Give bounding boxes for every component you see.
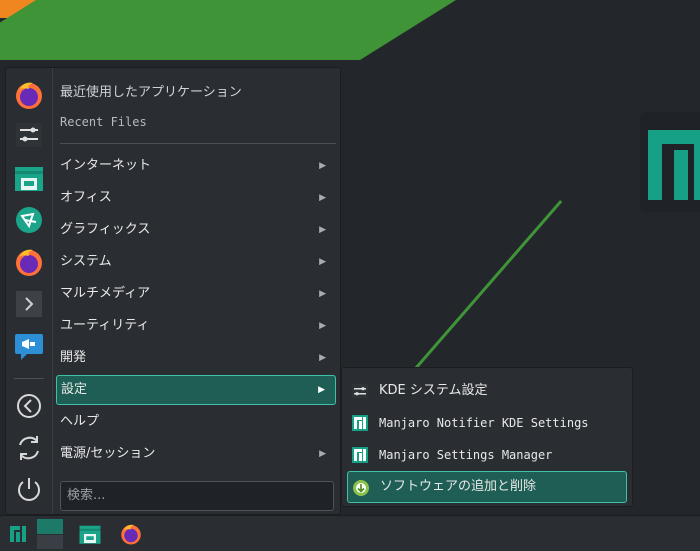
category-label: ユーティリティ [60, 318, 150, 333]
category-system[interactable]: システム ▶ [56, 247, 336, 277]
shutdown-icon [18, 478, 40, 501]
shutdown-button[interactable] [11, 471, 47, 507]
submenu-arrow-icon: ▶ [318, 385, 325, 395]
submenu-arrow-icon: ▶ [319, 321, 326, 331]
menu-main-panel: 最近使用したアプリケーション Recent Files インターネット ▶ オフ… [56, 68, 340, 514]
favorite-file-manager[interactable] [11, 160, 47, 196]
category-label: マルチメディア [60, 286, 151, 301]
submenu-item-label: Manjaro Notifier KDE Settings [379, 416, 589, 430]
kde-connect-icon [16, 207, 42, 233]
pager-icon [37, 519, 63, 549]
firefox-icon [16, 249, 42, 276]
category-label: グラフィックス [60, 222, 151, 237]
system-settings-icon [352, 384, 368, 398]
category-utilities[interactable]: ユーティリティ ▶ [56, 311, 336, 341]
logout-icon [17, 394, 41, 418]
firefox-icon [16, 82, 42, 109]
submenu-arrow-icon: ▶ [319, 193, 326, 203]
category-settings[interactable]: 設定 ▶ [56, 375, 336, 405]
submenu-arrow-icon: ▶ [319, 353, 326, 363]
manjaro-settings-icon [352, 447, 368, 463]
manjaro-notifier-icon [352, 415, 368, 431]
announcement-icon [15, 334, 43, 360]
system-settings-icon [16, 123, 42, 147]
category-label: システム [60, 254, 112, 269]
application-menu-button[interactable] [4, 520, 32, 548]
category-label: ヘルプ [60, 414, 100, 429]
search-input[interactable]: 検索... [60, 481, 334, 511]
category-label: 電源/セッション [60, 446, 156, 461]
firefox-icon [121, 524, 141, 545]
settings-submenu: KDE システム設定 Manjaro Notifier KDE Settings… [341, 367, 633, 507]
wallpaper-green-line [402, 200, 563, 384]
favorite-firefox[interactable] [11, 77, 47, 113]
menu-divider [60, 143, 336, 144]
submenu-arrow-icon: ▶ [319, 289, 326, 299]
submenu-arrow-icon: ▶ [319, 257, 326, 267]
favorites-column [6, 68, 53, 514]
submenu-item-label: KDE システム設定 [379, 383, 488, 398]
taskbar-file-manager[interactable] [76, 520, 104, 548]
application-launcher: 最近使用したアプリケーション Recent Files インターネット ▶ オフ… [5, 67, 341, 515]
category-office[interactable]: オフィス ▶ [56, 183, 336, 213]
terminal-icon [16, 291, 42, 317]
category-multimedia[interactable]: マルチメディア ▶ [56, 279, 336, 309]
category-label: 設定 [61, 382, 88, 397]
category-label: オフィス [60, 190, 112, 205]
submenu-kde-system-settings[interactable]: KDE システム設定 [347, 375, 627, 407]
submenu-item-label: ソフトウェアの追加と削除 [380, 479, 537, 494]
favorite-system-settings[interactable] [11, 117, 47, 153]
favorites-separator [14, 378, 44, 379]
favorite-firefox-2[interactable] [11, 244, 47, 280]
restart-button[interactable] [11, 430, 47, 466]
category-label: インターネット [60, 158, 152, 173]
category-label: 開発 [60, 350, 87, 365]
submenu-arrow-icon: ▶ [319, 225, 326, 235]
favorite-kde-connect[interactable] [11, 202, 47, 238]
category-development[interactable]: 開発 ▶ [56, 343, 336, 373]
category-help[interactable]: ヘルプ [56, 407, 336, 437]
submenu-item-label: Manjaro Settings Manager [379, 448, 553, 462]
recent-applications-label[interactable]: 最近使用したアプリケーション [60, 81, 242, 100]
taskbar-firefox[interactable] [117, 520, 145, 548]
category-power-session[interactable]: 電源/セッション ▶ [56, 439, 336, 469]
restart-icon [19, 436, 39, 460]
virtual-desktop-pager[interactable] [37, 519, 63, 549]
manjaro-menu-icon [10, 526, 26, 542]
category-graphics[interactable]: グラフィックス ▶ [56, 215, 336, 245]
wallpaper-green-stripe [0, 0, 521, 60]
taskbar [0, 515, 700, 551]
favorite-announcement[interactable] [11, 328, 47, 364]
submenu-manjaro-settings-manager[interactable]: Manjaro Settings Manager [347, 439, 627, 471]
file-manager-icon [79, 525, 101, 544]
submenu-arrow-icon: ▶ [319, 161, 326, 171]
add-remove-software-icon [353, 480, 369, 496]
submenu-manjaro-notifier[interactable]: Manjaro Notifier KDE Settings [347, 407, 627, 439]
category-internet[interactable]: インターネット ▶ [56, 151, 336, 181]
favorite-terminal[interactable] [11, 286, 47, 322]
submenu-add-remove-software[interactable]: ソフトウェアの追加と削除 [347, 471, 627, 503]
submenu-arrow-icon: ▶ [319, 449, 326, 459]
recent-files-label[interactable]: Recent Files [60, 115, 147, 129]
logout-button[interactable] [11, 388, 47, 424]
file-manager-icon [15, 167, 43, 191]
